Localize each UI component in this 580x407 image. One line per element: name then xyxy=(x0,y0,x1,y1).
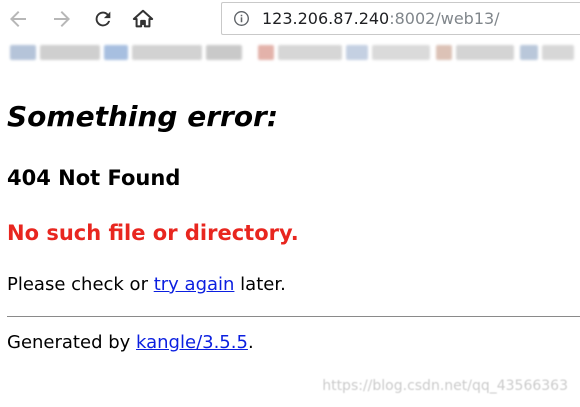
browser-window: 123.206.87.240:8002/web13/ Something err… xyxy=(0,0,580,407)
info-icon[interactable] xyxy=(233,10,250,27)
bookmark-item[interactable] xyxy=(206,45,242,60)
bookmark-item[interactable] xyxy=(40,45,100,60)
bookmark-item[interactable] xyxy=(520,45,538,60)
try-again-link[interactable]: try again xyxy=(154,274,235,295)
back-arrow-icon xyxy=(10,11,26,27)
bookmark-item[interactable] xyxy=(10,45,36,60)
bookmark-item[interactable] xyxy=(436,45,452,60)
forward-button[interactable] xyxy=(49,6,75,32)
divider xyxy=(7,316,580,317)
bookmark-item[interactable] xyxy=(346,45,368,60)
status-code: 404 Not Found xyxy=(7,166,181,190)
retry-hint: Please check or try again later. xyxy=(7,273,286,297)
bookmark-item[interactable] xyxy=(372,45,430,60)
bookmarks-bar xyxy=(0,40,580,66)
reload-button[interactable] xyxy=(90,6,116,32)
bookmark-item[interactable] xyxy=(104,45,128,60)
error-heading: Something error: xyxy=(7,100,279,133)
bookmark-item[interactable] xyxy=(278,45,342,60)
bookmark-item[interactable] xyxy=(542,45,574,60)
footer-text-after: . xyxy=(247,332,254,353)
bookmark-item[interactable] xyxy=(132,45,202,60)
hint-text-after: later. xyxy=(234,274,286,295)
error-message: No such file or directory. xyxy=(7,221,299,245)
kangle-link[interactable]: kangle/3.5.5 xyxy=(136,332,248,353)
url-text[interactable]: 123.206.87.240:8002/web13/ xyxy=(262,8,500,30)
address-bar[interactable]: 123.206.87.240:8002/web13/ xyxy=(221,2,580,35)
bookmark-item[interactable] xyxy=(258,45,274,60)
home-icon xyxy=(132,9,154,28)
home-button[interactable] xyxy=(130,6,156,32)
bookmark-item[interactable] xyxy=(456,45,514,60)
url-path: :8002/web13/ xyxy=(389,9,500,28)
url-host: 123.206.87.240 xyxy=(262,9,390,28)
reload-icon xyxy=(95,11,111,27)
forward-arrow-icon xyxy=(54,11,70,27)
footer-text-before: Generated by xyxy=(7,332,137,353)
hint-text-before: Please check or xyxy=(7,274,154,295)
browser-toolbar: 123.206.87.240:8002/web13/ xyxy=(0,0,580,37)
back-button[interactable] xyxy=(5,6,31,32)
watermark: https://blog.csdn.net/qq_43566363 xyxy=(322,378,568,394)
server-footer: Generated by kangle/3.5.5. xyxy=(7,331,254,355)
